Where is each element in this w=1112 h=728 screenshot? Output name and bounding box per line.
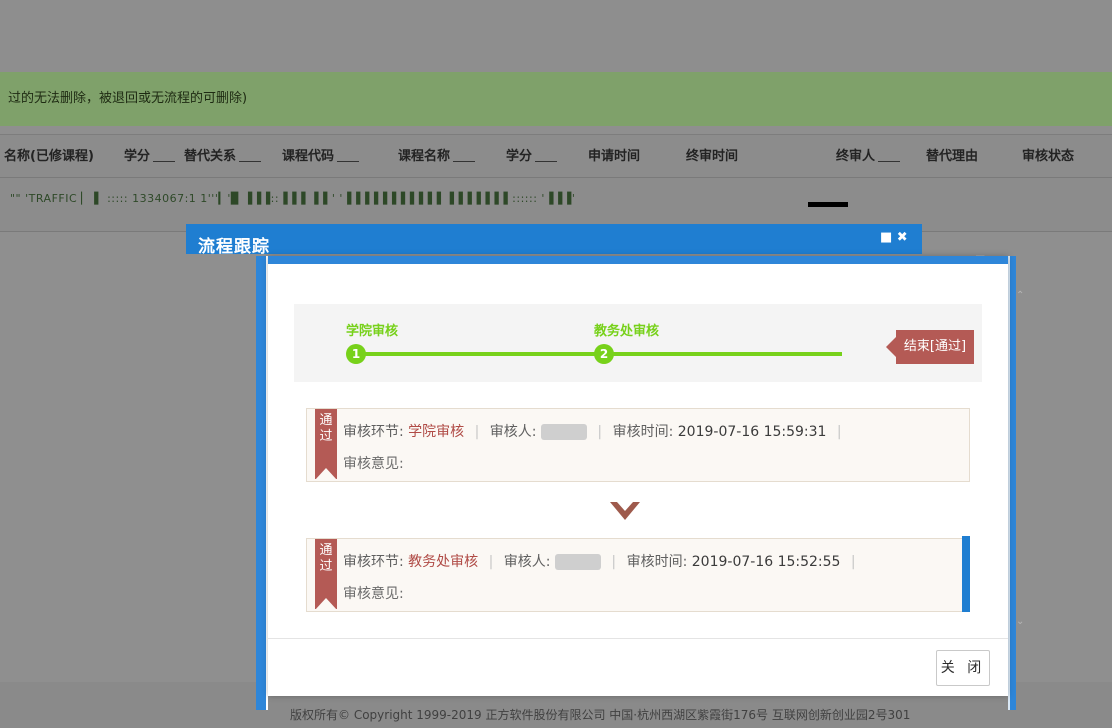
step-label-college: 学院审核 bbox=[346, 324, 399, 339]
col-header-final-reviewer[interactable]: 终审人 bbox=[836, 135, 901, 179]
col-header-name[interactable]: 名称(已修课程) bbox=[4, 135, 94, 179]
stage-value: 学院审核 bbox=[408, 424, 465, 440]
reviewer-redacted bbox=[540, 424, 587, 440]
outer-dialog-header: 流程跟踪 bbox=[186, 224, 922, 257]
down-arrow-icon-inner bbox=[617, 502, 633, 511]
col-header-credit-2-label: 学分 bbox=[506, 149, 533, 164]
stage-label: 审核环节: bbox=[343, 554, 404, 570]
reviewer-redacted bbox=[554, 554, 601, 570]
col-header-relation-label: 替代关系 bbox=[184, 149, 237, 164]
col-header-course-code[interactable]: 课程代码 bbox=[282, 135, 360, 179]
redacted-bar bbox=[808, 202, 848, 207]
col-header-credit[interactable]: 学分 bbox=[124, 135, 176, 179]
row-content: "" 'TRAFFIC ▏ ▌ ::::: 1334067:1 1'''▎'▉ … bbox=[10, 192, 576, 205]
dialog-footer-divider bbox=[268, 638, 1008, 639]
pass-ribbon: 通过 bbox=[315, 539, 337, 610]
reviewer-label: 审核人: bbox=[489, 424, 537, 440]
sort-icon bbox=[535, 161, 558, 162]
scroll-down-icon[interactable]: ⌄ bbox=[1016, 616, 1024, 627]
col-header-reason[interactable]: 替代理由 bbox=[926, 135, 978, 179]
page-top-area bbox=[0, 0, 1112, 72]
sort-icon bbox=[337, 161, 360, 162]
card-accent-bar bbox=[962, 536, 970, 612]
time-value: 2019-07-16 15:59:31 bbox=[677, 424, 827, 440]
col-header-credit-2[interactable]: 学分 bbox=[506, 135, 558, 179]
col-header-relation[interactable]: 替代关系 bbox=[184, 135, 262, 179]
separator: | bbox=[474, 424, 480, 440]
sort-icon bbox=[878, 161, 901, 162]
time-value: 2019-07-16 15:52:55 bbox=[691, 554, 841, 570]
outer-dialog-title: 流程跟踪 bbox=[198, 237, 270, 257]
separator: | bbox=[850, 554, 856, 570]
col-header-apply-time[interactable]: 申请时间 bbox=[588, 135, 640, 179]
col-header-course-code-label: 课程代码 bbox=[282, 149, 335, 164]
time-label: 审核时间: bbox=[626, 554, 688, 570]
step-dot-1: 1 bbox=[346, 344, 366, 364]
record-1-info: 审核环节: 学院审核 | 审核人: | 审核时间: 2019-07-16 15:… bbox=[343, 421, 848, 441]
stage-label: 审核环节: bbox=[343, 424, 404, 440]
step-label-academic-affairs: 教务处审核 bbox=[594, 324, 660, 339]
step-line-1 bbox=[356, 352, 600, 356]
step-line-2 bbox=[604, 352, 842, 356]
footer-copyright: 版权所有© Copyright 1999-2019 正方软件股份有限公司 中国·… bbox=[290, 708, 911, 722]
sort-icon bbox=[239, 161, 262, 162]
record-2-info: 审核环节: 教务处审核 | 审核人: | 审核时间: 2019-07-16 15… bbox=[343, 551, 862, 571]
review-record-2: 通过 审核环节: 教务处审核 | 审核人: | 审核时间: 2019-07-16… bbox=[306, 538, 970, 612]
pass-ribbon: 通过 bbox=[315, 409, 337, 480]
separator: | bbox=[836, 424, 842, 440]
outer-dialog-controls[interactable]: ■ ✖ bbox=[880, 230, 908, 245]
close-button[interactable]: 关 闭 bbox=[936, 650, 990, 686]
opinion-label: 审核意见: bbox=[343, 586, 404, 602]
sort-icon bbox=[153, 161, 176, 162]
reviewer-label: 审核人: bbox=[503, 554, 551, 570]
col-header-course-name-label: 课程名称 bbox=[398, 149, 451, 164]
col-header-final-time[interactable]: 终审时间 bbox=[686, 135, 738, 179]
end-status-tag: 结束[通过] bbox=[886, 330, 974, 364]
scroll-up-icon[interactable]: ⌃ bbox=[1016, 290, 1024, 301]
separator: | bbox=[597, 424, 603, 440]
table-header: 名称(已修课程) 学分 替代关系 课程代码 课程名称 学分 申请时间 终审时间 … bbox=[0, 134, 1112, 178]
notice-bar: 过的无法删除，被退回或无流程的可删除) bbox=[0, 72, 1112, 126]
separator: | bbox=[488, 554, 494, 570]
review-record-1: 通过 审核环节: 学院审核 | 审核人: | 审核时间: 2019-07-16 … bbox=[306, 408, 970, 482]
time-label: 审核时间: bbox=[612, 424, 674, 440]
col-header-final-reviewer-label: 终审人 bbox=[836, 149, 876, 164]
dialog-right-frame bbox=[1008, 256, 1016, 710]
separator: | bbox=[611, 554, 617, 570]
steps-progress bbox=[294, 304, 982, 382]
col-header-credit-label: 学分 bbox=[124, 149, 151, 164]
col-header-course-name[interactable]: 课程名称 bbox=[398, 135, 476, 179]
col-header-status[interactable]: 审核状态 bbox=[1022, 135, 1074, 179]
sort-icon bbox=[453, 161, 476, 162]
opinion-label: 审核意见: bbox=[343, 456, 404, 472]
dialog-left-frame bbox=[256, 256, 268, 710]
stage-value: 教务处审核 bbox=[408, 554, 479, 570]
step-dot-2: 2 bbox=[594, 344, 614, 364]
dialog-title-strip bbox=[268, 256, 1008, 264]
